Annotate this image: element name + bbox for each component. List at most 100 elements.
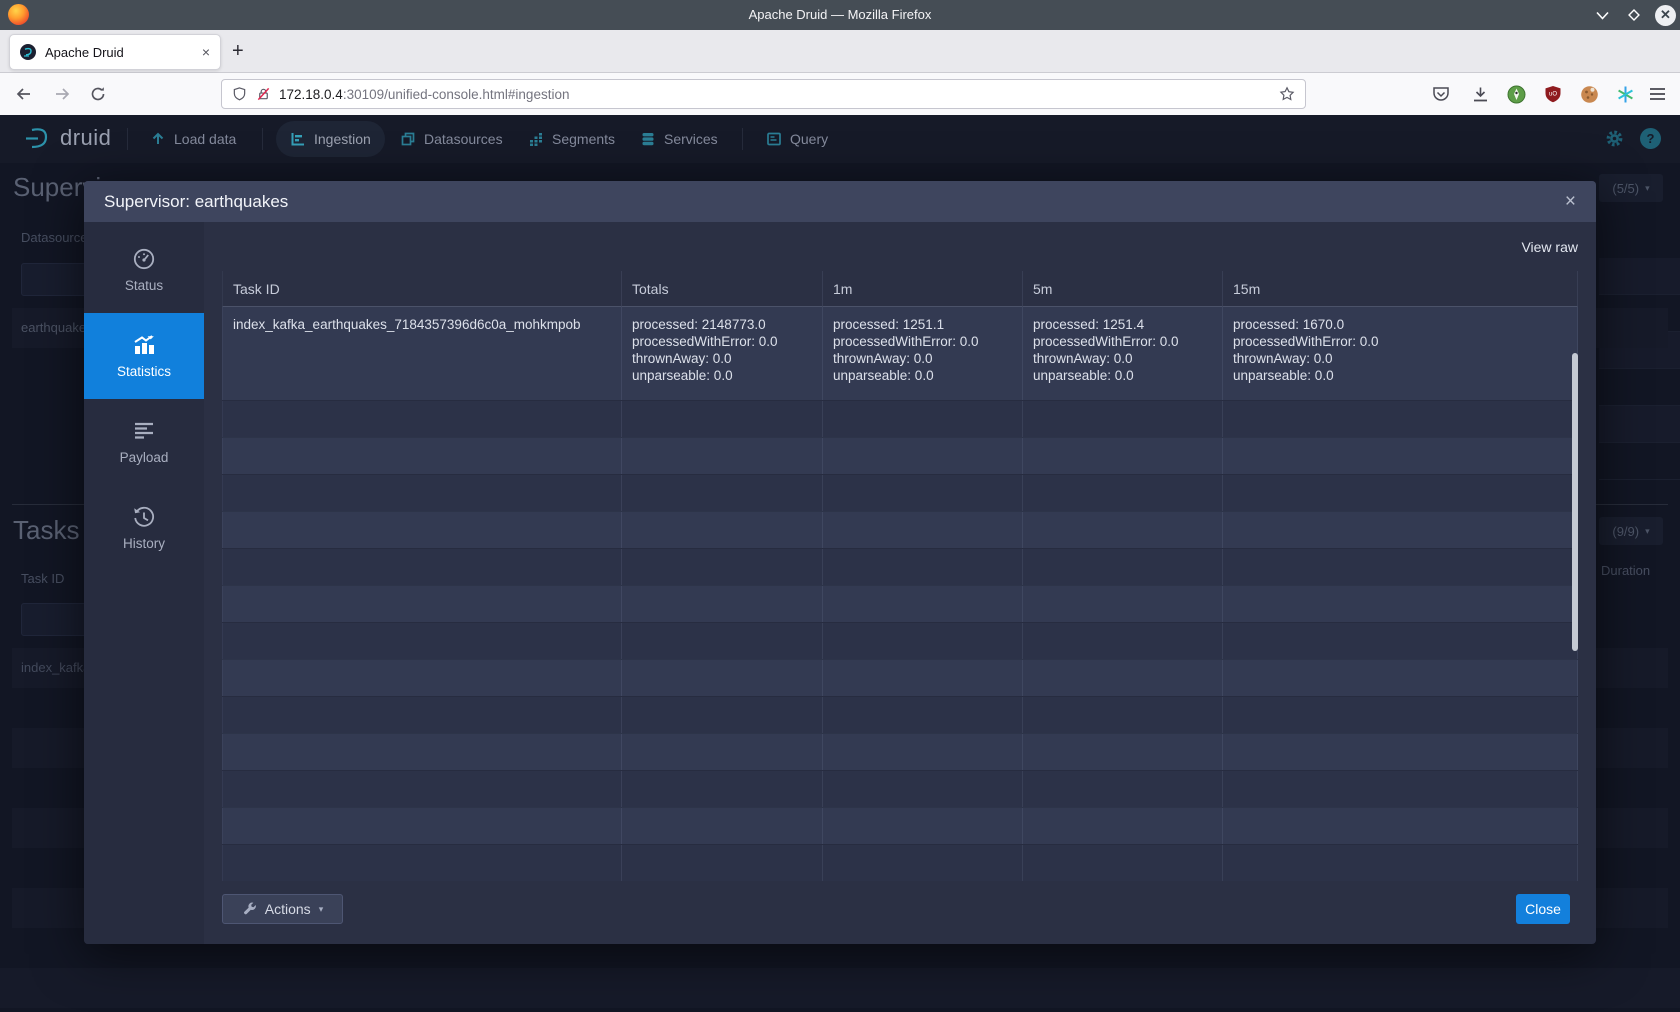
nav-item-ingestion[interactable]: Ingestion	[276, 121, 385, 157]
window-titlebar: Apache Druid — Mozilla Firefox ✕	[0, 0, 1680, 30]
menu-item-history[interactable]: History	[84, 485, 204, 571]
column-header-5m: 5m	[1023, 271, 1223, 307]
druid-brand: druid	[60, 125, 111, 151]
actions-button[interactable]: Actions ▾	[222, 894, 343, 924]
query-icon	[766, 131, 782, 147]
table-row	[222, 659, 1578, 696]
table-row	[222, 733, 1578, 770]
column-header-totals: Totals	[622, 271, 823, 307]
actions-button-label: Actions	[265, 901, 311, 917]
window-close-icon[interactable]: ✕	[1655, 5, 1676, 26]
shield-icon[interactable]	[232, 86, 247, 102]
dialog-footer: Actions ▾ Close	[222, 894, 1578, 924]
bookmark-star-icon[interactable]	[1279, 86, 1295, 102]
nav-item-load-data[interactable]: Load data	[136, 121, 250, 157]
dialog-content: View raw Task ID Totals 1m 5m 15m index_…	[204, 222, 1596, 944]
url-text: 172.18.0.4:30109/unified-console.html#in…	[279, 87, 1279, 102]
menu-item-label: History	[123, 536, 165, 551]
pocket-icon[interactable]	[1429, 82, 1453, 106]
dialog-side-menu: Status Statistics Payl	[84, 222, 204, 944]
privacy-badger-icon[interactable]	[1504, 82, 1528, 106]
chevron-down-icon: ▾	[1645, 183, 1650, 194]
nav-item-label: Segments	[552, 131, 615, 147]
close-button[interactable]: Close	[1516, 894, 1570, 924]
nav-divider	[127, 128, 128, 150]
tab-close-icon[interactable]: ×	[202, 45, 210, 59]
back-icon[interactable]	[10, 82, 38, 106]
stats-table-body-empty	[222, 400, 1578, 881]
table-row	[222, 585, 1578, 622]
nav-item-label: Load data	[174, 131, 236, 147]
table-row	[222, 770, 1578, 807]
settings-gear-icon[interactable]	[1604, 128, 1625, 154]
window-title: Apache Druid — Mozilla Firefox	[0, 0, 1680, 30]
menu-item-payload[interactable]: Payload	[84, 399, 204, 485]
services-icon	[640, 131, 656, 147]
druid-navbar: druid Load data Ingestion Datasources Se…	[0, 115, 1680, 163]
reload-icon[interactable]	[84, 82, 112, 106]
dialog-close-icon[interactable]: ×	[1565, 192, 1576, 211]
menu-item-statistics[interactable]: Statistics	[84, 313, 204, 399]
column-header-15m: 15m	[1223, 271, 1578, 307]
supervisor-row-label[interactable]: earthquakes	[21, 320, 93, 335]
segments-icon	[528, 131, 544, 147]
supervisor-dialog: Supervisor: earthquakes × Status	[84, 181, 1596, 944]
dashboard-icon	[132, 247, 156, 271]
cookie-extension-icon[interactable]	[1577, 82, 1601, 106]
wrench-icon	[242, 902, 257, 917]
stats-table: Task ID Totals 1m 5m 15m index_kafka_ear…	[222, 271, 1578, 881]
datasources-icon	[400, 131, 416, 147]
new-tab-button[interactable]: +	[232, 40, 244, 62]
table-row	[222, 622, 1578, 659]
download-icon[interactable]	[1468, 82, 1492, 106]
table-row	[222, 437, 1578, 474]
url-host: 172.18.0.4	[279, 87, 343, 102]
nav-item-label: Services	[664, 131, 718, 147]
dialog-header: Supervisor: earthquakes ×	[84, 181, 1596, 222]
supervisors-table-rows	[1599, 258, 1680, 480]
table-row	[222, 511, 1578, 548]
tasks-title: Tasks	[13, 515, 79, 546]
upload-icon	[150, 131, 166, 147]
ingestion-icon	[290, 131, 306, 147]
tasks-count-dropdown[interactable]: (9/9) ▾	[1599, 517, 1663, 545]
browser-tab[interactable]: Apache Druid ×	[9, 34, 221, 70]
lock-insecure-icon[interactable]	[256, 86, 271, 102]
supervisors-count-dropdown[interactable]: (5/5) ▾	[1599, 174, 1663, 202]
menu-item-label: Payload	[120, 450, 169, 465]
table-row	[222, 474, 1578, 511]
cell-1m: processed: 1251.1 processedWithError: 0.…	[823, 307, 1023, 400]
forward-icon[interactable]	[48, 82, 76, 106]
svg-text:uO: uO	[1549, 91, 1557, 97]
url-bar[interactable]: 172.18.0.4:30109/unified-console.html#in…	[221, 79, 1306, 109]
chevron-down-icon: ▾	[1645, 526, 1650, 537]
dialog-title: Supervisor: earthquakes	[104, 192, 288, 212]
table-scrollbar[interactable]	[1572, 353, 1578, 651]
ublock-icon[interactable]: uO	[1541, 82, 1565, 106]
maximize-icon[interactable]	[1623, 4, 1645, 26]
tab-strip: Apache Druid × +	[0, 30, 1680, 73]
view-raw-link[interactable]: View raw	[1521, 239, 1578, 255]
tasks-count: (9/9)	[1612, 524, 1639, 539]
cell-task-id: index_kafka_earthquakes_7184357396d6c0a_…	[222, 307, 622, 400]
history-icon	[132, 505, 156, 529]
nav-divider	[742, 128, 743, 150]
menu-icon[interactable]	[1645, 82, 1669, 106]
minimize-icon[interactable]	[1591, 4, 1613, 26]
nav-item-datasources[interactable]: Datasources	[386, 121, 517, 157]
nav-item-segments[interactable]: Segments	[514, 121, 629, 157]
menu-item-label: Status	[125, 278, 163, 293]
nav-item-query[interactable]: Query	[752, 121, 842, 157]
nav-item-services[interactable]: Services	[626, 121, 732, 157]
container-icon[interactable]	[1613, 82, 1637, 106]
table-row	[222, 807, 1578, 844]
column-header-1m: 1m	[823, 271, 1023, 307]
datasource-column-header: Datasource	[21, 230, 87, 245]
druid-favicon-icon	[20, 44, 36, 60]
table-row	[222, 400, 1578, 437]
menu-item-status[interactable]: Status	[84, 227, 204, 313]
browser-toolbar: 172.18.0.4:30109/unified-console.html#in…	[0, 73, 1680, 115]
help-icon[interactable]: ?	[1640, 128, 1661, 149]
url-path: :30109/unified-console.html#ingestion	[343, 87, 570, 102]
column-header-task-id: Task ID	[222, 271, 622, 307]
